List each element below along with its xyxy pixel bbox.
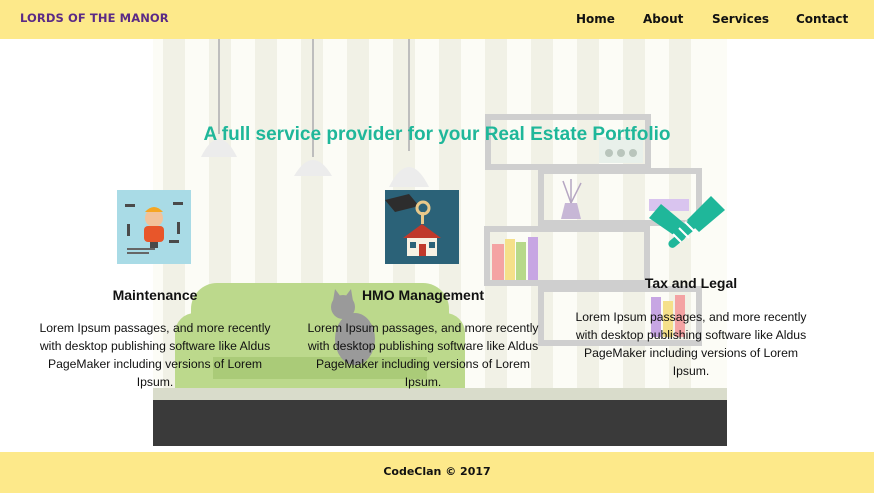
handshake-icon xyxy=(645,190,729,254)
site-footer: CodeClan © 2017 xyxy=(0,452,874,493)
service-text-tax-legal: Lorem Ipsum passages, and more recently … xyxy=(575,310,807,378)
house-keys-icon xyxy=(385,190,459,264)
footer-copyright: CodeClan © 2017 xyxy=(383,465,491,478)
nav-home[interactable]: Home xyxy=(576,12,615,26)
site-header: LORDS OF THE MANOR Home About Services C… xyxy=(0,0,874,39)
handyman-icon xyxy=(117,190,191,264)
main-nav: Home About Services Contact xyxy=(0,12,874,28)
service-text-maintenance: Lorem Ipsum passages, and more recently … xyxy=(39,321,271,389)
nav-about[interactable]: About xyxy=(643,12,683,26)
hero-headline: A full service provider for your Real Es… xyxy=(203,124,671,145)
service-text-hmo: Lorem Ipsum passages, and more recently … xyxy=(307,321,539,389)
service-title-maintenance: Maintenance xyxy=(112,287,198,303)
service-title-hmo: HMO Management xyxy=(361,287,485,303)
nav-contact[interactable]: Contact xyxy=(796,12,848,26)
service-title-tax-legal: Tax and Legal xyxy=(644,275,738,291)
floor xyxy=(153,400,727,446)
nav-services[interactable]: Services xyxy=(712,12,769,26)
